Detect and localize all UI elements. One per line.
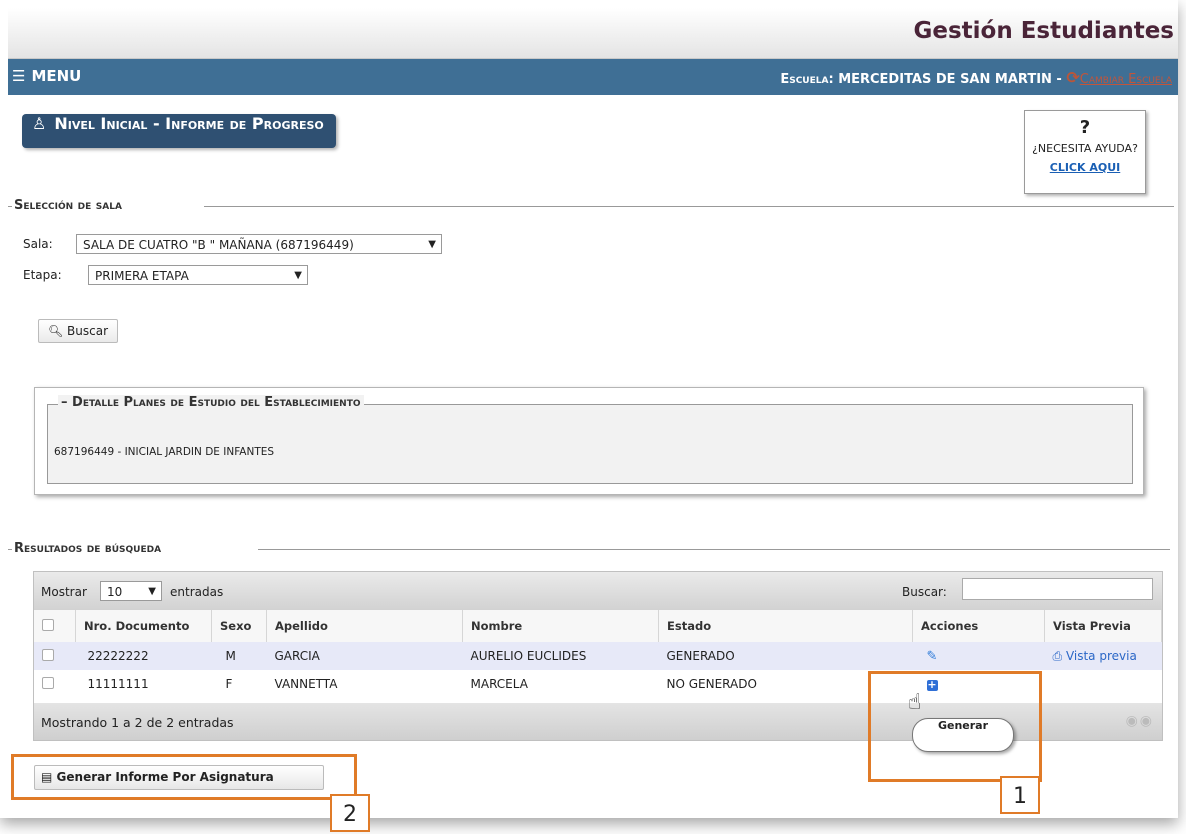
divider <box>8 206 12 207</box>
sala-label: Sala: <box>23 237 53 251</box>
cell-nombre: AURELIO EUCLIDES <box>462 642 659 670</box>
table-row[interactable]: 22222222 M GARCIA AURELIO EUCLIDES GENER… <box>34 642 1162 670</box>
row-checkbox-cell[interactable] <box>34 670 76 698</box>
cell-acciones: ✎ <box>912 642 1045 670</box>
buscar-label: Buscar <box>67 324 109 338</box>
col-acciones: Acciones <box>912 610 1045 642</box>
col-sexo[interactable]: Sexo <box>211 610 267 642</box>
help-text: ¿Necesita Ayuda? <box>1032 142 1138 155</box>
page-title: ♙ Nivel Inicial - Informe de Progreso <box>22 114 336 148</box>
change-school-link[interactable]: Cambiar Escuela <box>1080 72 1172 87</box>
next-page-icon[interactable]: ◉ <box>1140 713 1154 729</box>
app-title: Gestión Estudiantes <box>913 18 1174 44</box>
cell-sexo: M <box>211 642 267 670</box>
sala-select[interactable]: SALA DE CUATRO "B " MAÑANA (687196449) ▼ <box>76 234 442 254</box>
cell-sexo: F <box>211 670 267 698</box>
detalle-legend-text: Detalle Planes de Estudio del Establecim… <box>72 395 361 410</box>
help-link[interactable]: CLICK AQUI <box>1025 161 1145 174</box>
prev-page-icon[interactable]: ◉ <box>1126 713 1140 729</box>
print-icon: ⎙ <box>1052 648 1063 663</box>
callout-label-1: 1 <box>1000 776 1040 814</box>
divider <box>204 206 1174 207</box>
row-checkbox-cell[interactable] <box>34 642 76 670</box>
menu-button[interactable]: ☰ MENU <box>12 67 81 85</box>
row-checkbox[interactable] <box>42 676 54 689</box>
cell-estado: GENERADO <box>658 642 913 670</box>
pager-arrows[interactable]: ◉◉ <box>1126 713 1154 729</box>
select-all-header[interactable] <box>34 610 76 642</box>
detalle-fieldset: – Detalle Planes de Estudio del Establec… <box>47 395 1133 484</box>
child-icon: ♙ <box>32 114 47 133</box>
col-documento[interactable]: Nro. Documento <box>75 610 212 642</box>
entradas-label: entradas <box>170 585 224 599</box>
sala-value: SALA DE CUATRO "B " MAÑANA (687196449) <box>83 238 354 252</box>
edit-icon[interactable]: ✎ <box>927 649 938 664</box>
detalle-legend: – Detalle Planes de Estudio del Establec… <box>58 395 364 410</box>
callout-label-2: 2 <box>330 794 370 832</box>
detalle-panel: – Detalle Planes de Estudio del Establec… <box>34 387 1144 495</box>
cell-nombre: MARCELA <box>462 670 659 698</box>
school-prefix: Escuela: <box>780 72 834 87</box>
dropdown-arrow-icon: ▼ <box>428 239 436 250</box>
page-title-text: Nivel Inicial - Informe de Progreso <box>54 114 324 133</box>
refresh-icon: ⟳ <box>1066 68 1080 87</box>
menu-label: MENU <box>31 67 82 85</box>
col-vista-previa: Vista Previa <box>1044 610 1162 642</box>
mostrar-label: Mostrar <box>41 585 87 599</box>
resultados-legend: Resultados de búsqueda <box>14 541 162 556</box>
page-length-select[interactable]: 10 ▼ <box>100 581 162 601</box>
callout-box-1 <box>868 671 1042 782</box>
help-box: ? ¿Necesita Ayuda? CLICK AQUI <box>1024 110 1146 194</box>
row-checkbox[interactable] <box>42 648 54 661</box>
grid-search-label: Buscar: <box>902 585 947 599</box>
buscar-button[interactable]: 🔍︎ Buscar <box>38 319 118 343</box>
grid-search-input[interactable] <box>962 578 1153 600</box>
legend-dash: – <box>61 395 68 410</box>
callout-box-2 <box>11 754 357 800</box>
etapa-label: Etapa: <box>23 268 62 282</box>
question-icon: ? <box>1079 117 1091 138</box>
col-estado[interactable]: Estado <box>658 610 913 642</box>
divider <box>8 549 12 550</box>
cell-vista-previa <box>1044 670 1162 698</box>
etapa-select[interactable]: PRIMERA ETAPA ▼ <box>88 265 308 285</box>
select-all-checkbox[interactable] <box>42 618 54 631</box>
etapa-value: PRIMERA ETAPA <box>95 269 189 283</box>
school-info: Escuela: MERCEDITAS DE SAN MARTIN - ⟳Cam… <box>780 68 1172 87</box>
detalle-text: 687196449 - INICIAL JARDIN DE INFANTES <box>54 446 275 458</box>
dropdown-arrow-icon: ▼ <box>294 270 302 281</box>
cell-documento: 11111111 <box>75 670 212 698</box>
cell-documento: 22222222 <box>75 642 212 670</box>
search-icon: 🔍︎ <box>47 324 64 338</box>
divider <box>258 549 1170 550</box>
top-header: Gestión Estudiantes <box>8 8 1178 59</box>
hamburger-icon: ☰ <box>12 67 26 85</box>
vista-previa-label: Vista previa <box>1065 648 1137 663</box>
menu-bar: ☰ MENU Escuela: MERCEDITAS DE SAN MARTIN … <box>8 59 1178 95</box>
school-name: MERCEDITAS DE SAN MARTIN - <box>838 72 1062 87</box>
pagination-info: Mostrando 1 a 2 de 2 entradas <box>41 715 234 730</box>
cell-apellido: GARCIA <box>266 642 463 670</box>
col-nombre[interactable]: Nombre <box>462 610 659 642</box>
seleccion-legend: Selección de sala <box>14 198 122 213</box>
cell-apellido: VANNETTA <box>266 670 463 698</box>
page-length-value: 10 <box>107 585 123 599</box>
grid-toolbar: Mostrar 10 ▼ entradas Buscar: <box>34 572 1162 610</box>
dropdown-arrow-icon: ▼ <box>148 586 156 597</box>
vista-previa-link[interactable]: ⎙ Vista previa <box>1053 649 1137 663</box>
cell-vista-previa: ⎙ Vista previa <box>1044 642 1162 670</box>
table-header-row: Nro. Documento Sexo Apellido Nombre Esta… <box>34 610 1162 642</box>
col-apellido[interactable]: Apellido <box>266 610 463 642</box>
